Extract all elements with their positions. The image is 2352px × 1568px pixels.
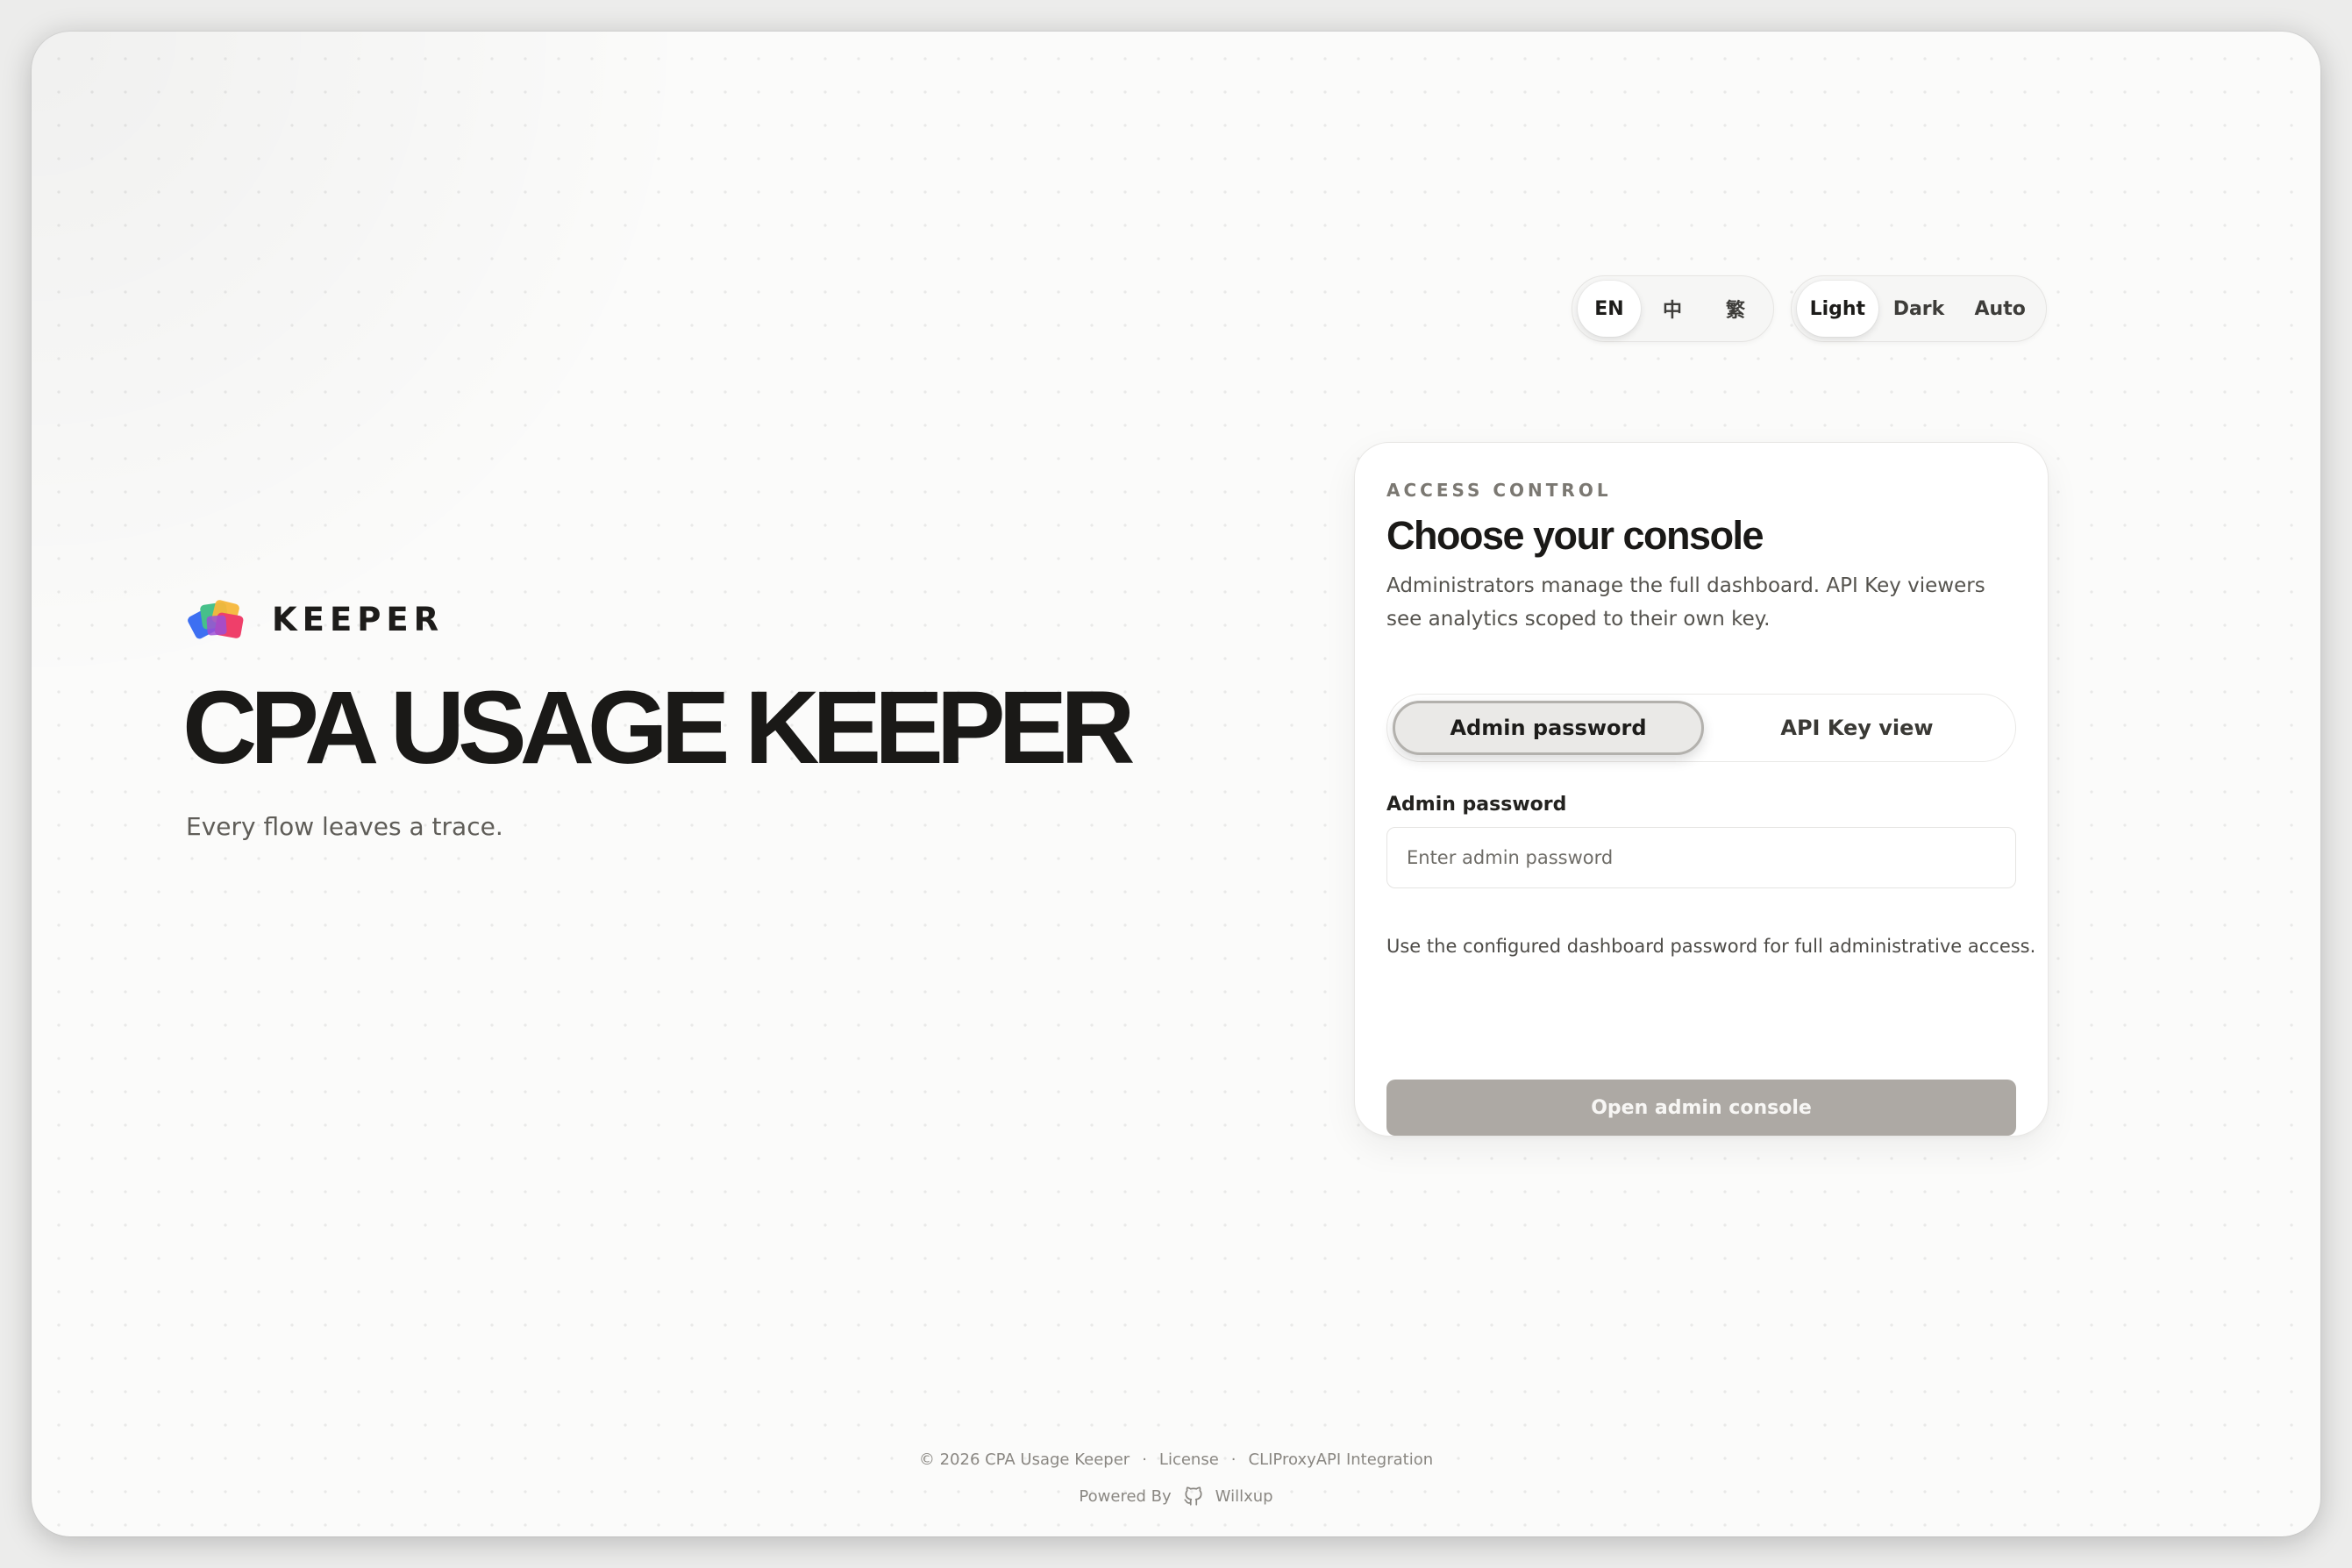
brand-name: KEEPER <box>272 600 445 638</box>
brand: KEEPER <box>186 598 444 640</box>
footer-links: © 2026 CPA Usage Keeper · License · CLIP… <box>32 1450 2320 1469</box>
tab-api-key-view[interactable]: API Key view <box>1704 701 2010 755</box>
theme-light-button[interactable]: Light <box>1797 281 1878 337</box>
hero-title: CPA USAGE KEEPER <box>182 670 1135 786</box>
theme-switcher: Light Dark Auto <box>1791 275 2047 342</box>
open-admin-console-button[interactable]: Open admin console <box>1386 1080 2016 1136</box>
login-mode-toggle: Admin password API Key view <box>1386 694 2016 762</box>
footer-separator: · <box>1142 1450 1147 1469</box>
author-link[interactable]: Willxup <box>1215 1487 1273 1506</box>
language-switcher: EN 中 繁 <box>1572 275 1774 342</box>
card-description: Administrators manage the full dashboard… <box>1386 574 1985 631</box>
license-link[interactable]: License <box>1159 1450 1219 1469</box>
lang-zh-hant-button[interactable]: 繁 <box>1704 281 1767 337</box>
footer: © 2026 CPA Usage Keeper · License · CLIP… <box>32 1450 2320 1507</box>
admin-password-input[interactable] <box>1386 827 2016 888</box>
github-icon <box>1184 1486 1202 1506</box>
lang-en-button[interactable]: EN <box>1578 281 1641 337</box>
password-helper-text: Use the configured dashboard password fo… <box>1386 936 2036 957</box>
footer-copyright: © 2026 CPA Usage Keeper <box>918 1450 1130 1469</box>
password-field-label: Admin password <box>1386 794 1567 816</box>
app-window: EN 中 繁 Light Dark Auto KEEPER CPA USAGE … <box>32 32 2320 1536</box>
access-control-card: ACCESS CONTROL Choose your console Admin… <box>1354 442 2049 1137</box>
footer-powered-by: Powered By Willxup <box>32 1485 2320 1507</box>
tab-admin-password[interactable]: Admin password <box>1393 701 1704 755</box>
hero-subtitle: Every flow leaves a trace. <box>186 812 503 841</box>
theme-dark-button[interactable]: Dark <box>1878 281 1960 337</box>
card-title: Choose your console <box>1386 513 1764 558</box>
lang-zh-button[interactable]: 中 <box>1641 281 1704 337</box>
theme-auto-button[interactable]: Auto <box>1959 281 2041 337</box>
layered-cards-logo-icon <box>188 600 244 639</box>
card-eyebrow: ACCESS CONTROL <box>1386 480 1612 501</box>
powered-by-label: Powered By <box>1079 1486 1172 1506</box>
footer-separator: · <box>1230 1450 1237 1469</box>
cliproxyapi-integration-link[interactable]: CLIProxyAPI Integration <box>1249 1450 1434 1469</box>
